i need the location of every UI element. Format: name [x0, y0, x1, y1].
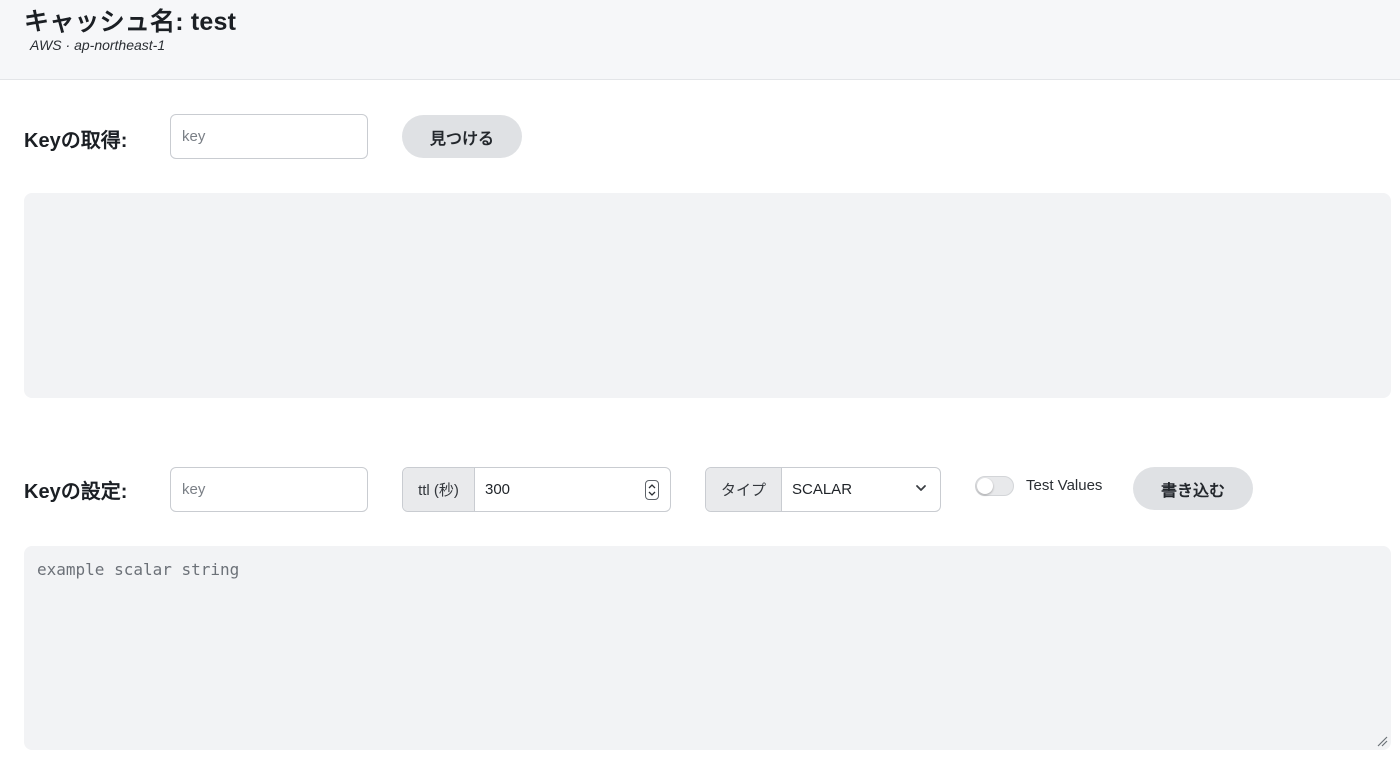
set-key-label: Keyの設定: — [24, 481, 128, 503]
test-values-toggle[interactable] — [975, 476, 1014, 496]
get-key-input[interactable] — [170, 114, 368, 159]
chevron-down-icon — [916, 485, 926, 491]
type-select[interactable]: SCALAR — [782, 468, 940, 511]
type-select-group: タイプ SCALAR — [705, 467, 941, 512]
write-button[interactable]: 書き込む — [1133, 467, 1253, 510]
toggle-knob — [977, 478, 993, 494]
ttl-input-group: ttl (秒) 300 — [402, 467, 671, 512]
set-key-input[interactable] — [170, 467, 368, 512]
ttl-input[interactable]: 300 — [475, 468, 670, 511]
cache-region-subtitle: AWS · ap-northeast-1 — [30, 37, 166, 53]
ttl-value: 300 — [485, 481, 511, 498]
ttl-addon-label: ttl (秒) — [403, 468, 475, 511]
up-down-stepper-icon[interactable] — [645, 480, 659, 500]
type-selected-value: SCALAR — [792, 481, 853, 498]
type-addon-label: タイプ — [706, 468, 782, 511]
get-result-panel — [24, 193, 1391, 398]
cache-title: キャッシュ名: test — [24, 8, 237, 36]
get-key-label: Keyの取得: — [24, 130, 128, 152]
find-button[interactable]: 見つける — [402, 115, 522, 158]
resize-grip-icon[interactable] — [1376, 735, 1388, 747]
test-values-label: Test Values — [1026, 477, 1103, 494]
page-header: キャッシュ名: test AWS · ap-northeast-1 — [0, 0, 1400, 80]
value-textarea[interactable] — [24, 546, 1391, 750]
stepper-arrows-icon — [648, 484, 656, 496]
